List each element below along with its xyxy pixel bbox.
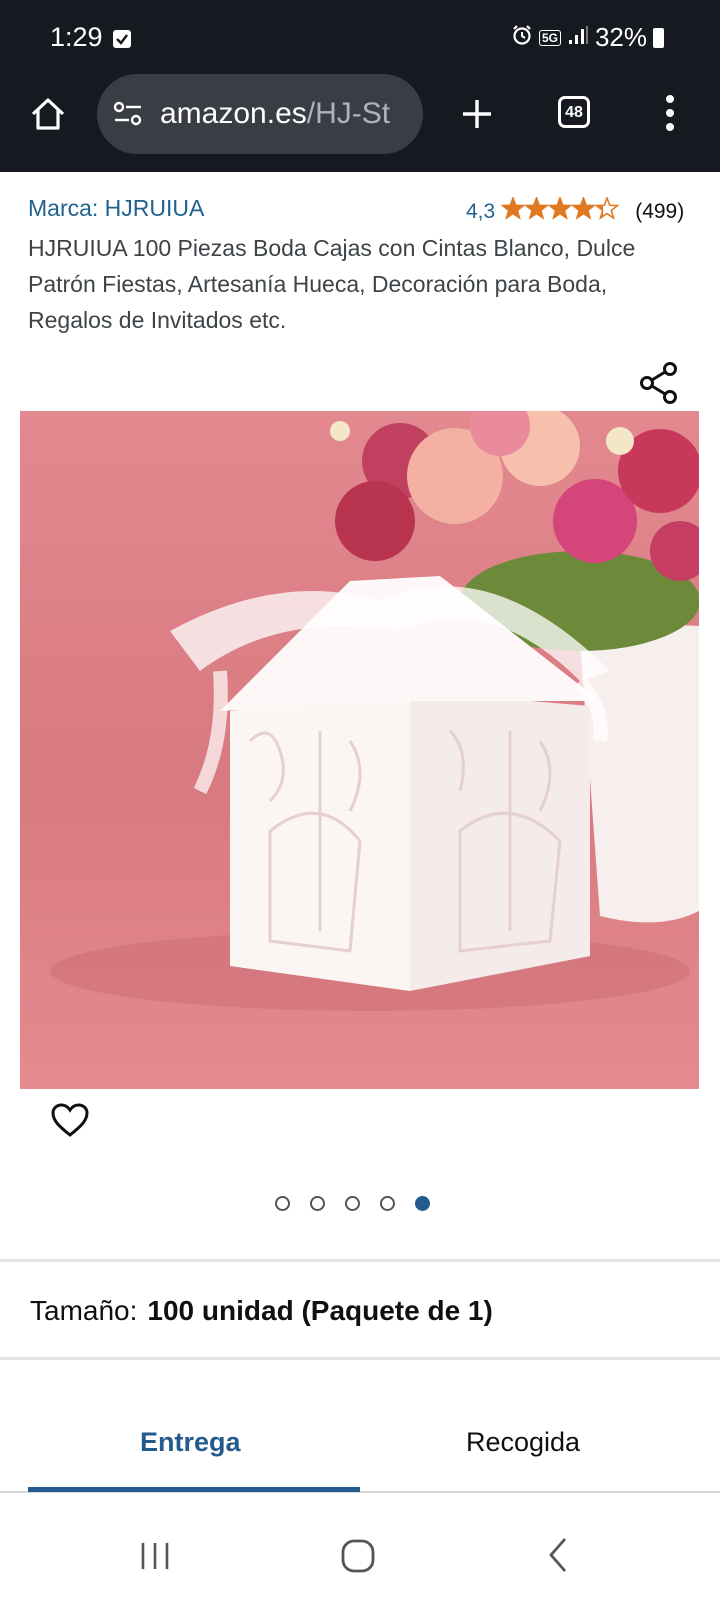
carousel-dot[interactable] [345,1196,360,1211]
android-nav-bar [0,1495,720,1600]
home-icon[interactable] [28,94,68,139]
alarm-icon [511,22,533,53]
size-label: Tamaño: [30,1295,138,1326]
product-title: HJRUIUA 100 Piezas Boda Cajas con Cintas… [28,235,636,333]
size-value: 100 unidad (Paquete de 1) [147,1295,493,1326]
tab-switcher-button[interactable]: 48 [558,96,590,128]
browser-toolbar: amazon.es/HJ-St 48 [0,74,720,164]
divider [0,1259,720,1262]
site-settings-icon[interactable] [112,100,144,133]
status-time: 1:29 [50,22,103,52]
rating-star [500,195,526,220]
divider [0,1357,720,1360]
url-path: /HJ-St [306,97,391,130]
size-selector[interactable]: Tamaño: 100 unidad (Paquete de 1) [30,1295,493,1327]
back-nav-icon[interactable] [545,1535,573,1580]
rating-stars-icon [500,195,621,227]
tab-entrega[interactable]: Entrega [140,1427,241,1458]
signal-icon [567,22,589,53]
rating-star [594,195,620,220]
share-icon[interactable] [638,361,682,410]
address-bar[interactable]: amazon.es/HJ-St [97,74,423,154]
status-indicators: 5G 32% [511,22,664,53]
new-tab-icon[interactable] [459,96,495,137]
active-tab-indicator [28,1487,360,1492]
product-image[interactable] [20,411,699,1089]
checkbox-notification-icon [113,30,131,48]
rating-value: 4,3 [466,200,496,223]
rating-count: (499) [635,200,685,223]
rating-star [547,195,573,220]
status-bar: 1:29 5G 32% [0,0,720,80]
network-type: 5G [538,29,561,46]
browser-topbar: 1:29 5G 32% amazon.es/HJ-St 48 [0,0,720,172]
rating-star [571,195,597,220]
wishlist-heart-icon[interactable] [50,1102,90,1143]
image-carousel-dots[interactable] [275,1196,430,1211]
recent-apps-icon[interactable] [138,1539,172,1578]
gift-box [170,576,610,991]
carousel-dot[interactable] [275,1196,290,1211]
url-text[interactable]: amazon.es/HJ-St [160,97,408,131]
carousel-dot[interactable] [380,1196,395,1211]
url-domain: amazon.es [160,97,307,130]
battery-icon [653,27,664,48]
tab-recogida[interactable]: Recogida [466,1427,580,1458]
battery-percent: 32% [594,22,647,52]
rating-star [524,195,550,220]
carousel-dot[interactable] [310,1196,325,1211]
brand-link[interactable]: Marca: HJRUIUA [28,195,204,222]
more-menu-icon[interactable] [664,94,676,137]
home-nav-icon[interactable] [340,1538,376,1579]
carousel-dot[interactable] [415,1196,430,1211]
rating-summary[interactable]: 4,3 (499) [466,195,685,227]
